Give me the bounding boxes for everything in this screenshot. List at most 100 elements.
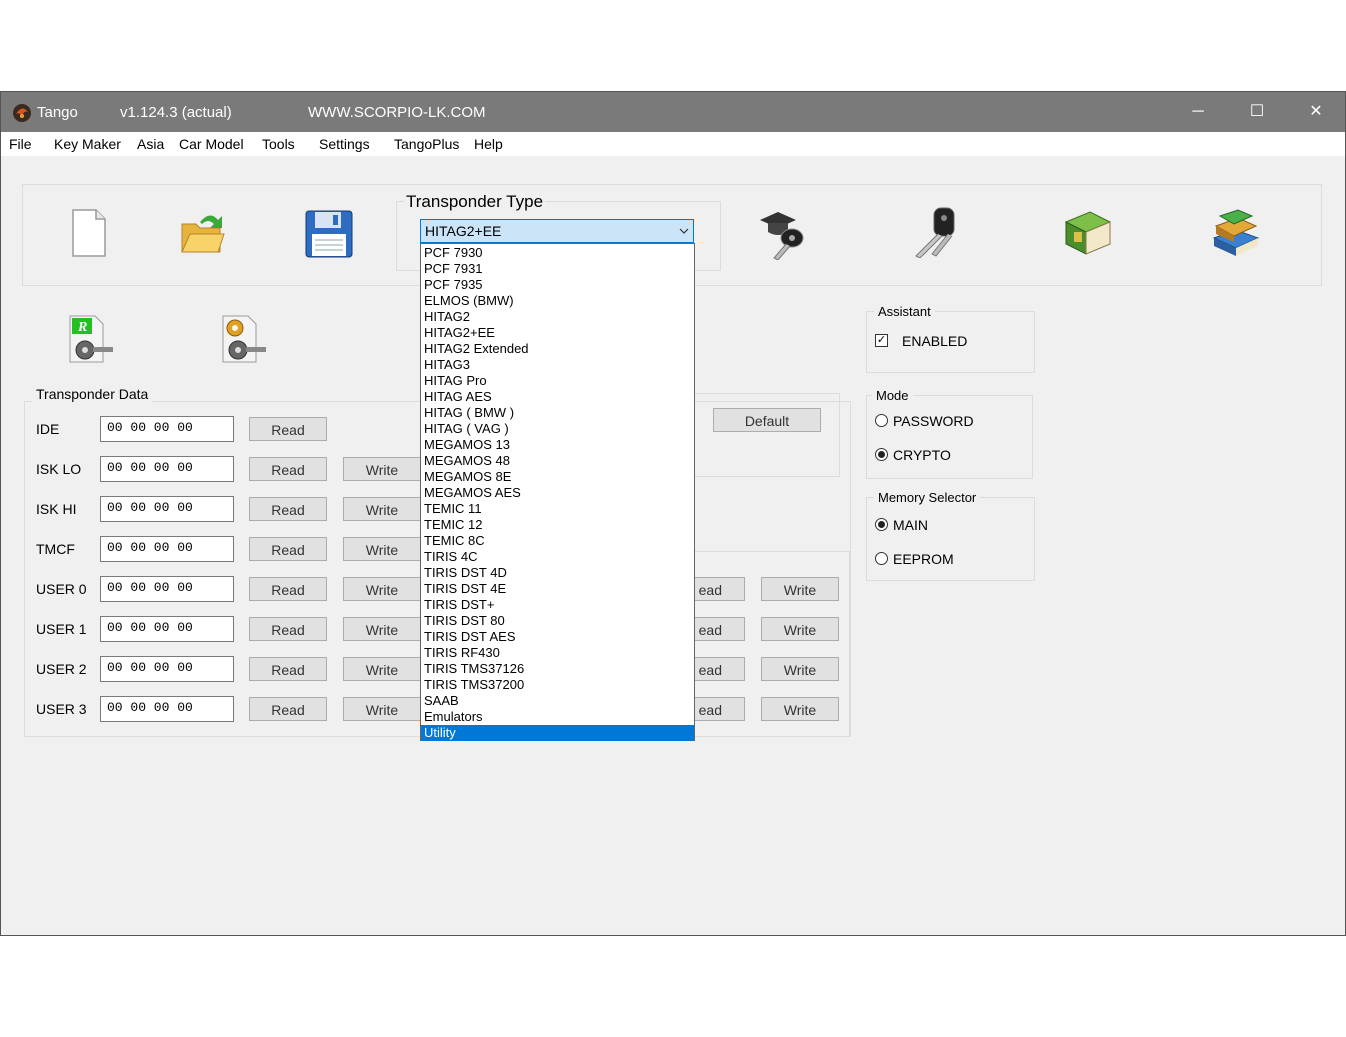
menu-key-maker[interactable]: Key Maker [54,136,121,152]
assistant-checkbox[interactable]: ✓ [875,334,888,347]
data-field[interactable]: 00 00 00 00 [100,496,234,522]
dropdown-option[interactable]: TIRIS DST 4D [421,565,694,581]
app-website: WWW.SCORPIO-LK.COM [308,104,486,121]
open-folder-icon[interactable] [180,210,226,256]
dropdown-option[interactable]: TEMIC 12 [421,517,694,533]
books-stack-icon[interactable] [1210,208,1262,260]
write-button[interactable]: Write [343,497,421,521]
graduation-key-icon[interactable] [758,208,812,260]
data-field[interactable]: 00 00 00 00 [100,416,234,442]
read-key-icon[interactable]: R [67,314,115,364]
dropdown-option[interactable]: TIRIS 4C [421,549,694,565]
dropdown-option[interactable]: TEMIC 11 [421,501,694,517]
mode-group [866,395,1033,479]
dropdown-option[interactable]: PCF 7935 [421,277,694,293]
transponder-type-value: HITAG2+EE [425,223,502,239]
read-button[interactable]: Read [249,457,327,481]
assistant-enabled-label: ENABLED [902,333,968,349]
data-field[interactable]: 00 00 00 00 [100,696,234,722]
mode-password-label: PASSWORD [893,413,974,429]
dropdown-option[interactable]: HITAG2 Extended [421,341,694,357]
minimize-button[interactable]: ─ [1169,92,1227,132]
transponder-type-select[interactable]: HITAG2+EE [420,219,694,243]
menu-settings[interactable]: Settings [319,136,370,152]
right-write-button[interactable]: Write [761,697,839,721]
dropdown-option[interactable]: ELMOS (BMW) [421,293,694,309]
read-button[interactable]: Read [249,657,327,681]
close-button[interactable]: ✕ [1287,92,1345,132]
read-button[interactable]: Read [249,497,327,521]
dropdown-option[interactable]: TIRIS DST+ [421,597,694,613]
data-field[interactable]: 00 00 00 00 [100,536,234,562]
dropdown-option[interactable]: TIRIS RF430 [421,645,694,661]
write-button[interactable]: Write [343,457,421,481]
read-button[interactable]: Read [249,617,327,641]
dropdown-option[interactable]: TIRIS DST 80 [421,613,694,629]
dropdown-option[interactable]: SAAB [421,693,694,709]
dropdown-option[interactable]: PCF 7930 [421,245,694,261]
save-icon[interactable] [305,210,353,258]
data-field[interactable]: 00 00 00 00 [100,576,234,602]
memory-eeprom-radio[interactable] [875,552,888,565]
dropdown-option[interactable]: HITAG2 [421,309,694,325]
data-field[interactable]: 00 00 00 00 [100,616,234,642]
read-button[interactable]: Read [249,697,327,721]
gear-key-icon[interactable] [220,314,268,364]
dropdown-option[interactable]: HITAG Pro [421,373,694,389]
dropdown-option[interactable]: TIRIS DST 4E [421,581,694,597]
mode-label: Mode [872,388,913,403]
write-button[interactable]: Write [343,537,421,561]
scorpio-logo-icon [13,104,31,122]
menu-tools[interactable]: Tools [262,136,295,152]
mode-password-radio[interactable] [875,414,888,427]
write-button[interactable]: Write [343,577,421,601]
write-button[interactable]: Write [343,617,421,641]
dropdown-option[interactable]: MEGAMOS 13 [421,437,694,453]
dropdown-option[interactable]: TIRIS DST AES [421,629,694,645]
app-name: Tango [37,104,78,121]
dropdown-option[interactable]: HITAG ( BMW ) [421,405,694,421]
data-field[interactable]: 00 00 00 00 [100,656,234,682]
memory-main-label: MAIN [893,517,928,533]
dropdown-option[interactable]: HITAG AES [421,389,694,405]
row-label: USER 1 [36,621,87,637]
options-group [690,393,840,477]
right-write-button[interactable]: Write [761,657,839,681]
data-field[interactable]: 00 00 00 00 [100,456,234,482]
green-book-icon[interactable] [1062,208,1114,258]
new-file-icon[interactable] [70,208,108,258]
read-button[interactable]: Read [249,417,327,441]
memory-main-radio[interactable] [875,518,888,531]
keys-icon[interactable] [910,206,962,258]
dropdown-option[interactable]: TEMIC 8C [421,533,694,549]
read-button[interactable]: Read [249,537,327,561]
dropdown-option[interactable]: TIRIS TMS37126 [421,661,694,677]
dropdown-option[interactable]: HITAG3 [421,357,694,373]
row-label: IDE [36,421,60,437]
dropdown-option[interactable]: Emulators [421,709,694,725]
read-button[interactable]: Read [249,577,327,601]
menu-asia[interactable]: Asia [137,136,164,152]
dropdown-option[interactable]: TIRIS TMS37200 [421,677,694,693]
menu-car-model[interactable]: Car Model [179,136,244,152]
dropdown-option[interactable]: HITAG ( VAG ) [421,421,694,437]
maximize-button[interactable]: ☐ [1228,92,1286,132]
dropdown-option[interactable]: MEGAMOS 48 [421,453,694,469]
assistant-label: Assistant [874,304,935,319]
dropdown-option[interactable]: Utility [421,725,694,741]
dropdown-option[interactable]: HITAG2+EE [421,325,694,341]
dropdown-option[interactable]: MEGAMOS 8E [421,469,694,485]
default-button[interactable]: Default [713,408,821,432]
menu-help[interactable]: Help [474,136,503,152]
write-button[interactable]: Write [343,697,421,721]
transponder-data-label: Transponder Data [32,386,153,402]
right-write-button[interactable]: Write [761,617,839,641]
menu-file[interactable]: File [9,136,32,152]
dropdown-option[interactable]: PCF 7931 [421,261,694,277]
mode-crypto-radio[interactable] [875,448,888,461]
write-button[interactable]: Write [343,657,421,681]
right-write-button[interactable]: Write [761,577,839,601]
menu-tangoplus[interactable]: TangoPlus [394,136,459,152]
menu-bar: File Key Maker Asia Car Model Tools Sett… [1,132,1345,156]
dropdown-option[interactable]: MEGAMOS AES [421,485,694,501]
